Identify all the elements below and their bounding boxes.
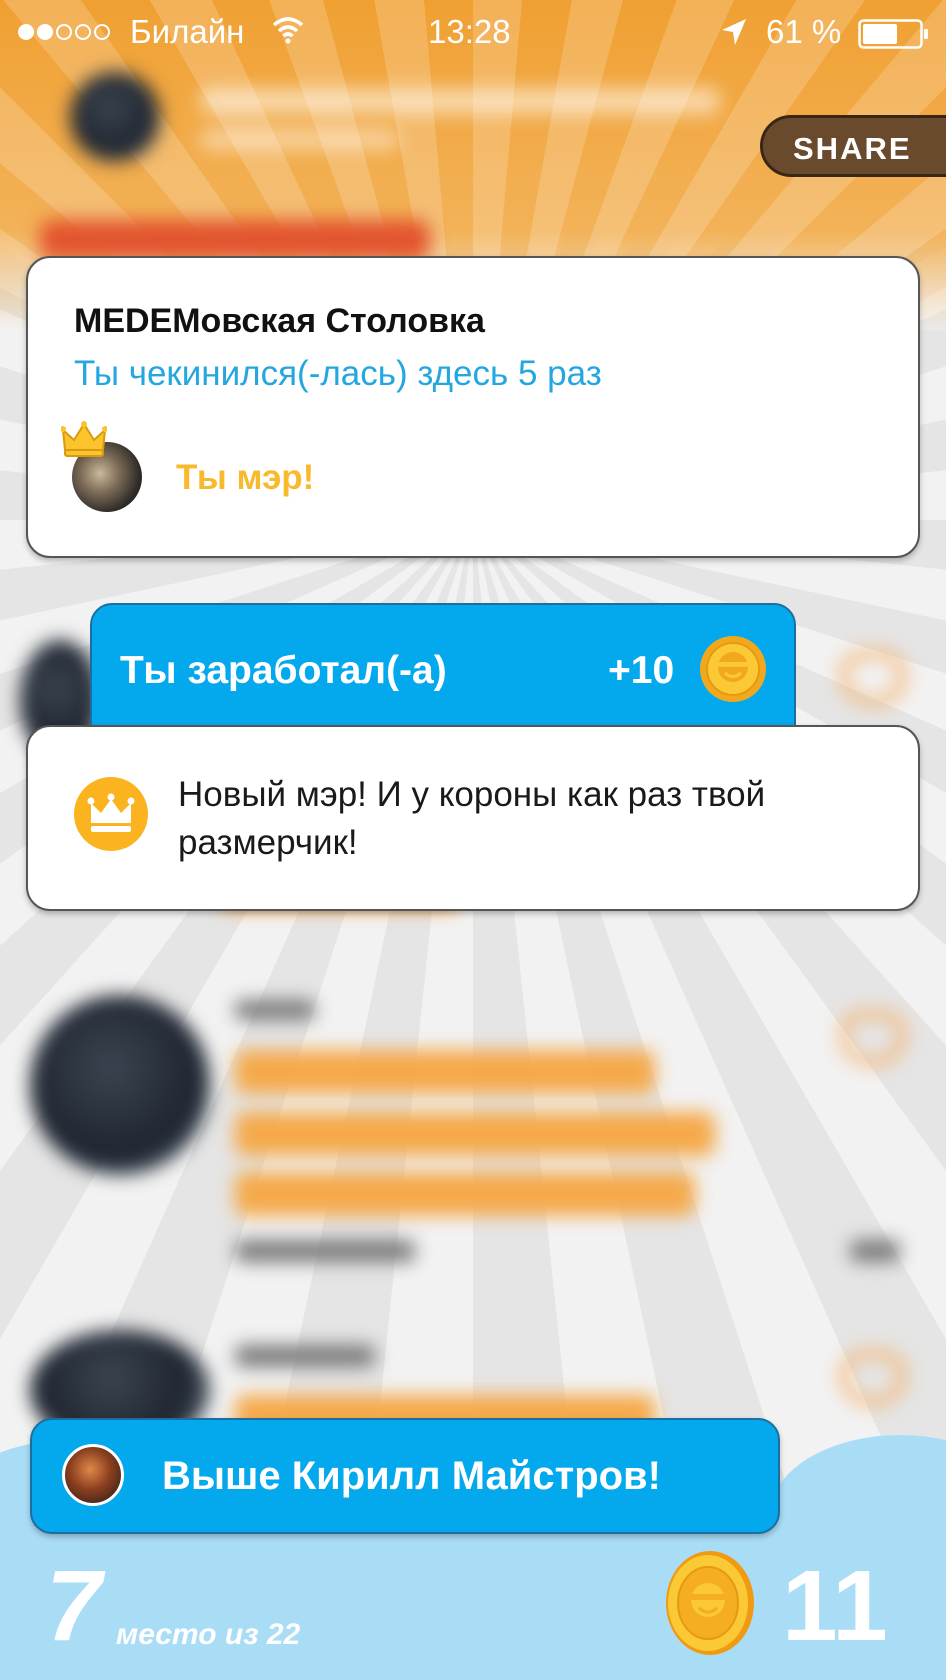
share-button[interactable]: SHARE [760,115,946,177]
clock: 13:28 [428,13,511,50]
notification-card: Новый мэр! И у короны как раз твой разме… [26,725,920,911]
avatar [62,1444,124,1506]
status-bar: Билайн 13:28 61 % [0,0,946,62]
earned-label: Ты заработал(-а) [120,649,447,692]
coins-count: 11 [782,1550,888,1662]
earned-coins-banner: Ты заработал(-а) +10 [90,603,796,735]
battery-percent: 61 % [766,13,842,50]
rank-suffix: место из 22 [116,1618,301,1651]
wifi-icon [272,14,304,54]
signal-strength-icon [18,12,110,52]
above-user-text: Выше Кирилл Майстров! [162,1454,661,1498]
crown-icon [61,421,107,457]
coin-icon [700,636,766,702]
venue-card: MEDEMовская Столовка Ты чекинился(-лась)… [26,256,920,558]
blurred-user-avatar [30,995,210,1175]
battery-icon [858,18,930,58]
rank-number: 7 [46,1550,102,1662]
earned-points: +10 [608,649,675,692]
location-arrow-icon [720,16,748,56]
venue-name: MEDEMовская Столовка [74,302,485,340]
carrier-name: Билайн [130,13,245,50]
blurred-venue-avatar [70,72,160,162]
mayor-status-text: Ты мэр! [176,458,315,497]
crown-badge-icon [74,777,148,851]
checkin-count-text: Ты чекинился(-лась) здесь 5 раз [74,354,602,393]
above-user-banner[interactable]: Выше Кирилл Майстров! [30,1418,780,1534]
notification-text: Новый мэр! И у короны как раз твой разме… [178,775,766,862]
coin-icon [666,1551,754,1655]
